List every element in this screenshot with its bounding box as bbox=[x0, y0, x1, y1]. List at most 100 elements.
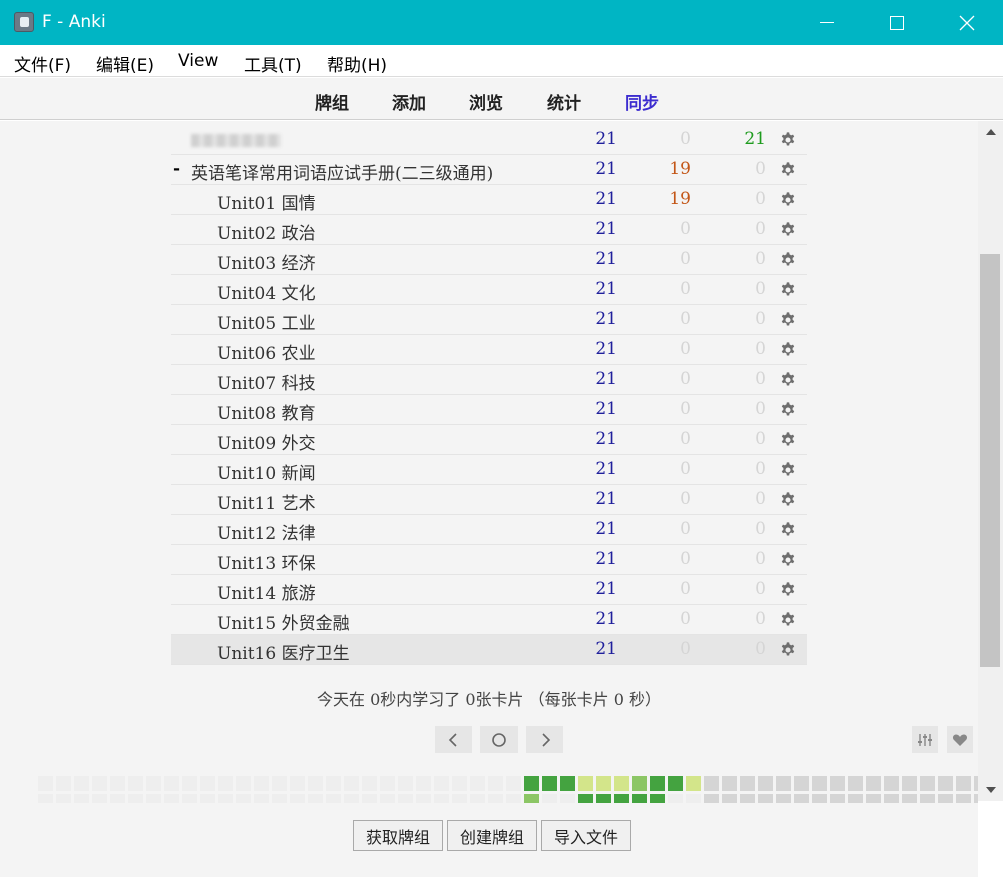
import-file-button[interactable]: 导入文件 bbox=[541, 820, 632, 851]
deck-name-link[interactable]: Unit11 艺术 bbox=[217, 489, 316, 514]
heatmap-cell[interactable] bbox=[506, 776, 521, 791]
deck-name-link[interactable]: Unit10 新闻 bbox=[217, 459, 316, 484]
heatmap-cell[interactable] bbox=[362, 776, 377, 791]
menu-view[interactable]: View bbox=[178, 51, 218, 71]
heatmap-cell[interactable] bbox=[146, 776, 161, 791]
gear-icon[interactable] bbox=[779, 311, 797, 329]
toolbar-stats[interactable]: 统计 bbox=[547, 89, 581, 114]
deck-name-link[interactable]: Unit12 法律 bbox=[217, 519, 316, 544]
heatmap-cell[interactable] bbox=[578, 794, 593, 803]
deck-row[interactable]: Unit01 国情 21 19 0 bbox=[171, 185, 807, 215]
heatmap-cell[interactable] bbox=[218, 776, 233, 791]
heatmap-cell[interactable] bbox=[236, 794, 251, 803]
deck-name-link[interactable]: Unit06 农业 bbox=[217, 339, 316, 364]
gear-icon[interactable] bbox=[779, 131, 797, 149]
heatmap-cell[interactable] bbox=[416, 794, 431, 803]
heatmap-cell[interactable] bbox=[938, 794, 953, 803]
heatmap-cell[interactable] bbox=[38, 776, 53, 791]
heatmap-cell[interactable] bbox=[866, 776, 881, 791]
heatmap-cell[interactable] bbox=[164, 776, 179, 791]
heatmap-cell[interactable] bbox=[92, 776, 107, 791]
deck-row[interactable]: Unit06 农业 21 0 0 bbox=[171, 335, 807, 365]
deck-row[interactable]: Unit13 环保 21 0 0 bbox=[171, 545, 807, 575]
heatmap-cell[interactable] bbox=[236, 776, 251, 791]
gear-icon[interactable] bbox=[779, 251, 797, 269]
heatmap-cell[interactable] bbox=[290, 776, 305, 791]
heatmap-cell[interactable] bbox=[722, 776, 737, 791]
heatmap-next-button[interactable] bbox=[526, 726, 563, 753]
scroll-down-arrow-icon[interactable] bbox=[986, 787, 996, 793]
menu-file[interactable]: 文件(F) bbox=[14, 51, 71, 76]
gear-icon[interactable] bbox=[779, 281, 797, 299]
heatmap-cell[interactable] bbox=[92, 794, 107, 803]
gear-icon[interactable] bbox=[779, 461, 797, 479]
deck-name-link[interactable]: Unit04 文化 bbox=[217, 279, 316, 304]
heatmap-cell[interactable] bbox=[182, 794, 197, 803]
deck-name-redacted[interactable] bbox=[191, 134, 281, 147]
heatmap-cell[interactable] bbox=[56, 794, 71, 803]
gear-icon[interactable] bbox=[779, 371, 797, 389]
deck-row[interactable]: - 英语笔译常用词语应试手册(二三级通用) 21 19 0 bbox=[171, 155, 807, 185]
heatmap-cell[interactable] bbox=[488, 776, 503, 791]
heatmap-cell[interactable] bbox=[110, 794, 125, 803]
heatmap-cell[interactable] bbox=[560, 794, 575, 803]
heatmap-cell[interactable] bbox=[290, 794, 305, 803]
donate-button[interactable] bbox=[947, 726, 973, 753]
heatmap-cell[interactable] bbox=[182, 776, 197, 791]
heatmap-cell[interactable] bbox=[884, 794, 899, 803]
heatmap-cell[interactable] bbox=[398, 794, 413, 803]
heatmap-cell[interactable] bbox=[56, 776, 71, 791]
deck-name-link[interactable]: Unit09 外交 bbox=[217, 429, 316, 454]
deck-name-link[interactable]: Unit01 国情 bbox=[217, 189, 316, 214]
heatmap-cell[interactable] bbox=[434, 794, 449, 803]
heatmap-cell[interactable] bbox=[704, 794, 719, 803]
scroll-up-arrow-icon[interactable] bbox=[986, 129, 996, 135]
deck-row[interactable]: Unit10 新闻 21 0 0 bbox=[171, 455, 807, 485]
heatmap-cell[interactable] bbox=[632, 794, 647, 803]
heatmap-cell[interactable] bbox=[470, 776, 485, 791]
heatmap-cell[interactable] bbox=[650, 776, 665, 791]
heatmap-cell[interactable] bbox=[668, 794, 683, 803]
heatmap-cell[interactable] bbox=[596, 794, 611, 803]
heatmap-cell[interactable] bbox=[146, 794, 161, 803]
heatmap-cell[interactable] bbox=[542, 794, 557, 803]
heatmap-cell[interactable] bbox=[452, 794, 467, 803]
heatmap-cell[interactable] bbox=[686, 794, 701, 803]
heatmap-cell[interactable] bbox=[596, 776, 611, 791]
gear-icon[interactable] bbox=[779, 341, 797, 359]
heatmap-cell[interactable] bbox=[74, 776, 89, 791]
heatmap-cell[interactable] bbox=[704, 776, 719, 791]
deck-row[interactable]: Unit07 科技 21 0 0 bbox=[171, 365, 807, 395]
heatmap-cell[interactable] bbox=[758, 776, 773, 791]
get-shared-button[interactable]: 获取牌组 bbox=[353, 820, 444, 851]
heatmap-cell[interactable] bbox=[506, 794, 521, 803]
heatmap-cell[interactable] bbox=[380, 776, 395, 791]
heatmap-cell[interactable] bbox=[794, 794, 809, 803]
deck-row[interactable]: Unit09 外交 21 0 0 bbox=[171, 425, 807, 455]
deck-row[interactable]: Unit05 工业 21 0 0 bbox=[171, 305, 807, 335]
heatmap-cell[interactable] bbox=[740, 794, 755, 803]
heatmap-cell[interactable] bbox=[110, 776, 125, 791]
heatmap-prev-button[interactable] bbox=[435, 726, 472, 753]
heatmap-cell[interactable] bbox=[254, 794, 269, 803]
heatmap-cell[interactable] bbox=[362, 794, 377, 803]
heatmap-cell[interactable] bbox=[380, 794, 395, 803]
deck-collapse-toggle[interactable]: - bbox=[173, 159, 180, 179]
heatmap-cell[interactable] bbox=[578, 776, 593, 791]
heatmap-cell[interactable] bbox=[542, 776, 557, 791]
scroll-thumb[interactable] bbox=[980, 254, 1000, 667]
deck-name-link[interactable]: Unit03 经济 bbox=[217, 249, 316, 274]
heatmap-cell[interactable] bbox=[74, 794, 89, 803]
heatmap-cell[interactable] bbox=[614, 794, 629, 803]
deck-row[interactable]: Unit11 艺术 21 0 0 bbox=[171, 485, 807, 515]
heatmap-cell[interactable] bbox=[344, 794, 359, 803]
gear-icon[interactable] bbox=[779, 611, 797, 629]
heatmap-cell[interactable] bbox=[902, 776, 917, 791]
gear-icon[interactable] bbox=[779, 221, 797, 239]
menu-help[interactable]: 帮助(H) bbox=[327, 51, 387, 76]
heatmap-cell[interactable] bbox=[398, 776, 413, 791]
gear-icon[interactable] bbox=[779, 431, 797, 449]
heatmap-cell[interactable] bbox=[470, 794, 485, 803]
deck-row[interactable]: 21 0 21 bbox=[171, 125, 807, 155]
heatmap-cell[interactable] bbox=[614, 776, 629, 791]
